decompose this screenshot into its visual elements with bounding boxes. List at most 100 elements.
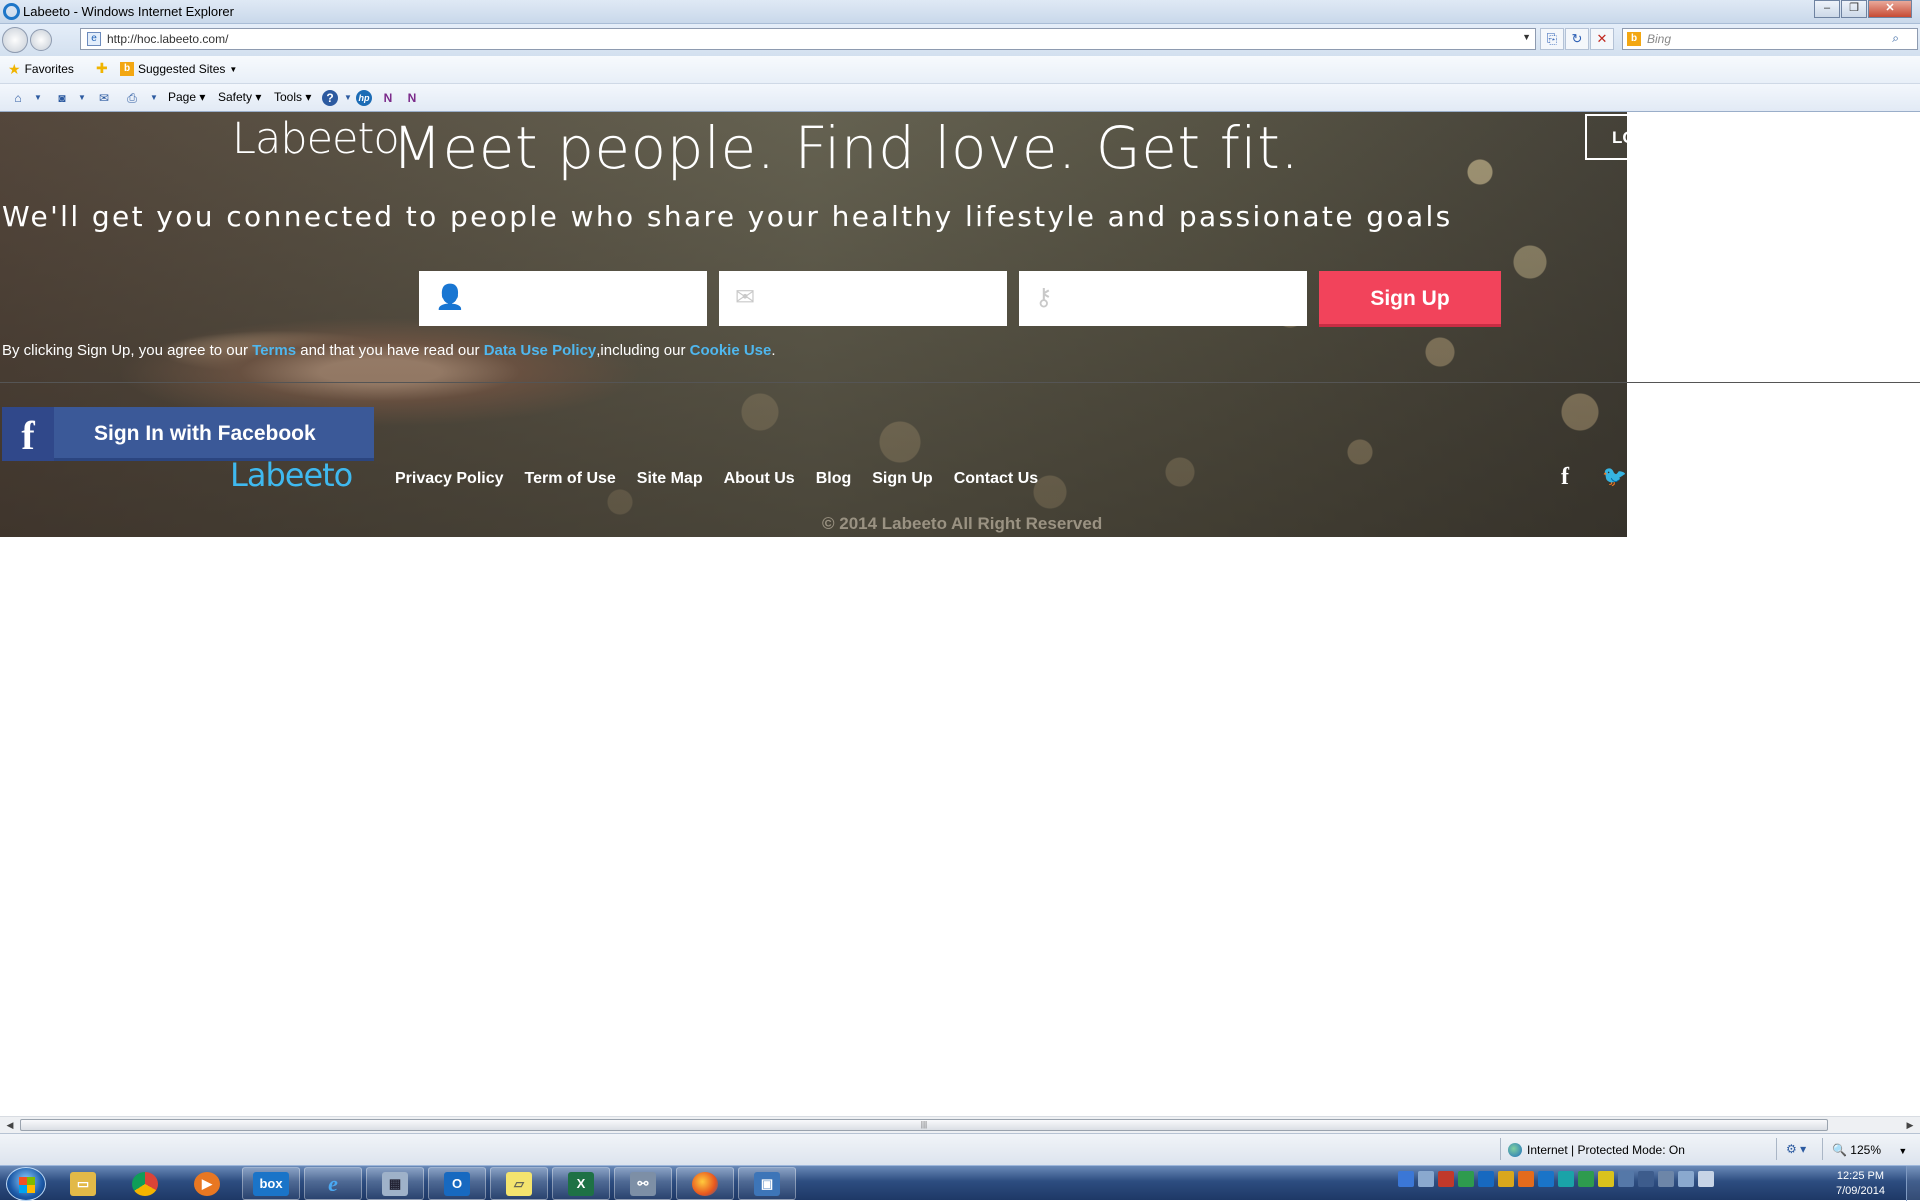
- chevron-down-icon[interactable]: ▼: [146, 90, 162, 106]
- forward-button[interactable]: [30, 29, 52, 51]
- restore-button[interactable]: ❐: [1841, 0, 1867, 18]
- onenote-linked-icon[interactable]: N: [404, 90, 420, 106]
- back-button[interactable]: [2, 27, 28, 53]
- address-dropdown-icon[interactable]: ▼: [1522, 32, 1531, 42]
- taskbar-calculator[interactable]: ▦: [366, 1167, 424, 1200]
- email-field[interactable]: ✉: [719, 271, 1007, 326]
- add-favorite-icon: ✚: [96, 60, 108, 76]
- tray-power-icon[interactable]: [1638, 1171, 1654, 1187]
- compatibility-view-icon[interactable]: ⎘: [1540, 28, 1564, 50]
- favorites-button[interactable]: ★ Favorites: [8, 62, 74, 76]
- safety-menu-label: Safety: [218, 90, 253, 104]
- tray-dropbox-icon[interactable]: [1558, 1171, 1574, 1187]
- windows-logo-icon: [19, 1177, 35, 1193]
- taskbar-media-player[interactable]: ▶: [178, 1167, 236, 1200]
- tray-app-icon[interactable]: [1518, 1171, 1534, 1187]
- start-button[interactable]: [6, 1167, 46, 1201]
- address-field[interactable]: e http://hoc.labeeto.com/ ▼: [80, 28, 1536, 50]
- password-field[interactable]: ⚷: [1019, 271, 1307, 326]
- tray-outlook-icon[interactable]: [1478, 1171, 1494, 1187]
- minimize-button[interactable]: –: [1814, 0, 1840, 18]
- chevron-down-icon: ▼: [229, 64, 238, 74]
- globe-icon: [1508, 1143, 1522, 1157]
- window-controls: – ❐ ✕: [1813, 0, 1912, 18]
- zoom-control[interactable]: 🔍 125% ▼: [1832, 1143, 1907, 1157]
- signup-button[interactable]: Sign Up: [1319, 271, 1501, 327]
- chevron-down-icon[interactable]: ▼: [340, 90, 356, 106]
- footer-link-about-us[interactable]: About Us: [724, 470, 795, 488]
- taskbar-outlook[interactable]: O: [428, 1167, 486, 1200]
- taskbar-clock[interactable]: 12:25 PM 7/09/2014: [1836, 1169, 1885, 1199]
- tray-display-icon[interactable]: [1618, 1171, 1634, 1187]
- mail-icon[interactable]: ✉: [96, 90, 112, 106]
- user-icon: 👤: [435, 284, 465, 311]
- facebook-social-icon[interactable]: f: [1561, 464, 1569, 491]
- folder-icon: ▭: [70, 1171, 96, 1196]
- home-icon[interactable]: ⌂: [10, 90, 26, 106]
- search-input[interactable]: b Bing ⌕: [1622, 28, 1918, 50]
- tray-security-icon[interactable]: [1598, 1171, 1614, 1187]
- taskbar-remote-desktop[interactable]: ▣: [738, 1167, 796, 1200]
- onenote-icon[interactable]: N: [380, 90, 396, 106]
- bing-icon: b: [1627, 32, 1641, 46]
- cookie-use-link[interactable]: Cookie Use: [690, 342, 772, 359]
- safety-menu[interactable]: Safety ▾: [218, 90, 261, 104]
- tray-volume-icon[interactable]: [1698, 1171, 1714, 1187]
- taskbar-chrome[interactable]: [116, 1167, 174, 1200]
- footer-link-site-map[interactable]: Site Map: [637, 470, 703, 488]
- hero-headline: Meet people. Find love. Get fit.: [392, 114, 1300, 182]
- tray-antivirus-icon[interactable]: [1438, 1171, 1454, 1187]
- print-icon[interactable]: ⎙: [124, 90, 140, 106]
- footer-link-terms[interactable]: Term of Use: [525, 470, 616, 488]
- stop-icon[interactable]: ✕: [1590, 28, 1614, 50]
- footer-logo[interactable]: Labeeto: [230, 456, 353, 494]
- horizontal-scrollbar[interactable]: ◀ ||| ▶: [0, 1116, 1920, 1133]
- show-desktop-button[interactable]: [1906, 1166, 1920, 1201]
- taskbar-network[interactable]: ⚯: [614, 1167, 672, 1200]
- twitter-icon[interactable]: 🐦: [1602, 464, 1627, 489]
- taskbar-firefox[interactable]: [676, 1167, 734, 1200]
- tools-menu[interactable]: Tools ▾: [274, 90, 311, 104]
- search-icon[interactable]: ⌕: [1892, 31, 1899, 46]
- scroll-left-icon[interactable]: ◀: [2, 1118, 18, 1132]
- tray-wifi-icon[interactable]: [1678, 1171, 1694, 1187]
- scroll-right-icon[interactable]: ▶: [1902, 1118, 1918, 1132]
- taskbar-excel[interactable]: X: [552, 1167, 610, 1200]
- security-zone[interactable]: Internet | Protected Mode: On: [1508, 1143, 1685, 1157]
- tray-intel-icon[interactable]: [1398, 1171, 1414, 1187]
- page-menu[interactable]: Page ▾: [168, 90, 205, 104]
- terms-link[interactable]: Terms: [252, 342, 296, 359]
- data-use-policy-link[interactable]: Data Use Policy: [484, 342, 597, 359]
- clock-date: 7/09/2014: [1836, 1185, 1885, 1197]
- refresh-icon[interactable]: ↻: [1565, 28, 1589, 50]
- tray-update-icon[interactable]: [1498, 1171, 1514, 1187]
- hp-icon[interactable]: hp: [356, 90, 372, 106]
- scrollbar-thumb[interactable]: |||: [20, 1119, 1828, 1131]
- taskbar-sticky-notes[interactable]: ▱: [490, 1167, 548, 1200]
- footer-link-privacy-policy[interactable]: Privacy Policy: [395, 470, 504, 488]
- taskbar-box[interactable]: box: [242, 1167, 300, 1200]
- footer-link-contact-us[interactable]: Contact Us: [954, 470, 1038, 488]
- tray-network-icon[interactable]: [1418, 1171, 1434, 1187]
- name-field[interactable]: 👤: [419, 271, 707, 326]
- taskbar-windows-explorer[interactable]: ▭: [54, 1167, 112, 1200]
- footer-link-sign-up[interactable]: Sign Up: [872, 470, 932, 488]
- chevron-down-icon[interactable]: ▼: [74, 90, 90, 106]
- login-button[interactable]: LO: [1585, 114, 1635, 160]
- close-button[interactable]: ✕: [1868, 0, 1912, 18]
- tray-monitor-icon[interactable]: [1658, 1171, 1674, 1187]
- facebook-signin-button[interactable]: f Sign In with Facebook: [2, 407, 374, 461]
- protected-mode-icon[interactable]: ⚙ ▾: [1786, 1142, 1806, 1156]
- taskbar-internet-explorer[interactable]: e: [304, 1167, 362, 1200]
- site-logo[interactable]: Labeeto: [232, 114, 400, 164]
- tray-box-icon[interactable]: [1538, 1171, 1554, 1187]
- facebook-signin-label: Sign In with Facebook: [94, 422, 316, 445]
- help-icon[interactable]: ?: [322, 90, 338, 106]
- tray-excel-icon[interactable]: [1578, 1171, 1594, 1187]
- add-favorite-button[interactable]: ✚: [96, 60, 108, 76]
- footer-link-blog[interactable]: Blog: [816, 470, 852, 488]
- chevron-down-icon[interactable]: ▼: [30, 90, 46, 106]
- tray-sync-icon[interactable]: [1458, 1171, 1474, 1187]
- suggested-sites-button[interactable]: b Suggested Sites ▼: [120, 62, 237, 76]
- feeds-icon[interactable]: ◙: [54, 90, 70, 106]
